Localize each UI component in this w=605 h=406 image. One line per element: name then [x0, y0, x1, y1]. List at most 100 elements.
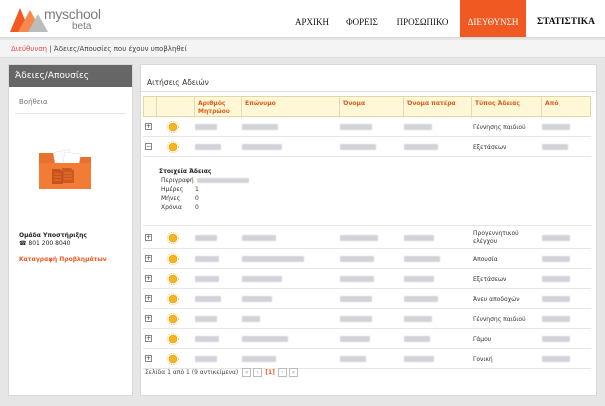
- details-label-days: Ημέρες: [161, 186, 184, 193]
- redacted-first-name: [340, 124, 372, 130]
- details-label-months: Μήνες: [161, 195, 181, 202]
- panel-title: Αιτήσεις Αδειών: [141, 74, 596, 92]
- header-first-name[interactable]: Όνομα: [339, 97, 403, 118]
- sidebar-help-link[interactable]: Βοήθεια: [9, 95, 132, 109]
- redacted-surname: [242, 296, 272, 302]
- grid-header-row: Αριθμός Μητρώου Επώνυμο Όνομα Όνομα πατέ…: [143, 96, 592, 118]
- prev-page-button[interactable]: ‹: [253, 368, 263, 377]
- table-row[interactable]: + Γέννησης παιδιού: [143, 118, 591, 137]
- details-value-months: 0: [195, 195, 199, 202]
- main-panel: Αιτήσεις Αδειών Αριθμός Μητρώου Επώνυμο …: [140, 64, 597, 396]
- redacted-registry: [195, 124, 217, 130]
- status-sun-icon: [167, 121, 179, 133]
- support-team-title: Ομάδα Υποστήριξης: [19, 232, 87, 239]
- status-sun-icon: [167, 293, 179, 305]
- redacted-father-name: [404, 144, 438, 150]
- breadcrumb-separator: |: [47, 45, 54, 53]
- expand-toggle[interactable]: +: [145, 255, 152, 262]
- redacted-father-name: [404, 316, 432, 322]
- leave-type-cell: Άνευ αποδοχών: [473, 296, 520, 303]
- redacted-surname: [242, 235, 276, 241]
- collapse-toggle[interactable]: −: [145, 143, 152, 150]
- expand-toggle[interactable]: +: [145, 295, 152, 302]
- expand-toggle[interactable]: +: [145, 335, 152, 342]
- expand-toggle[interactable]: +: [145, 315, 152, 322]
- current-page-link[interactable]: [1]: [265, 369, 275, 376]
- redacted-father-name: [404, 256, 440, 262]
- sidebar-title: Άδειες/Απουσίες: [9, 65, 132, 87]
- status-sun-icon: [167, 273, 179, 285]
- breadcrumb: Διεύθυνση | Άδειες/Απουσίες που έχουν υπ…: [0, 40, 605, 58]
- leave-type-cell: Εξετάσεων: [473, 144, 507, 151]
- redacted-registry: [195, 256, 219, 262]
- redacted-first-name: [340, 356, 366, 362]
- redacted-registry: [195, 144, 221, 150]
- status-sun-icon: [167, 313, 179, 325]
- breadcrumb-home-link[interactable]: Διεύθυνση: [11, 45, 47, 53]
- nav-home[interactable]: ΑΡΧΙΚΗ: [290, 0, 334, 38]
- header-surname[interactable]: Επώνυμο: [241, 97, 339, 118]
- table-row[interactable]: + Γέννησης παιδιού: [143, 310, 591, 329]
- support-phone: ☎ 801 200 8040: [19, 240, 70, 247]
- redacted-first-name: [340, 256, 374, 262]
- redacted-date: [542, 356, 570, 362]
- details-label-years: Χρόνια: [161, 204, 182, 211]
- table-row[interactable]: + Απουσία: [143, 250, 591, 269]
- nav-directorate[interactable]: ΔΙΕΥΘΥΝΣΗ: [460, 0, 526, 37]
- brand-name[interactable]: myschool: [44, 6, 101, 22]
- table-row[interactable]: + Εξετάσεων: [143, 270, 591, 289]
- report-problems-link[interactable]: Καταγραφή Προβλημάτων: [19, 256, 107, 263]
- leave-type-cell: Απουσία: [473, 256, 498, 263]
- top-header: myschool beta ΑΡΧΙΚΗ ΦΟΡΕΙΣ ΠΡΟΣΩΠΙΚΟ ΔΙ…: [0, 0, 605, 38]
- redacted-registry: [195, 336, 219, 342]
- header-father-name[interactable]: Όνομα πατέρα: [403, 97, 471, 118]
- leave-type-cell: Προγεννητικού ελέγχου: [473, 230, 519, 245]
- expand-toggle[interactable]: +: [145, 123, 152, 130]
- redacted-father-name: [404, 235, 434, 241]
- redacted-father-name: [404, 124, 432, 130]
- header-registry-number[interactable]: Αριθμός Μητρώου: [194, 97, 241, 118]
- sidebar: Άδειες/Απουσίες Βοήθεια Ομάδα Υποστήριξη…: [8, 64, 133, 396]
- leave-type-cell: Εξετάσεων: [473, 276, 507, 283]
- table-row[interactable]: + Γάμου: [143, 330, 591, 349]
- redacted-registry: [195, 356, 217, 362]
- next-page-button[interactable]: ›: [277, 368, 287, 377]
- redacted-date: [542, 276, 570, 282]
- page: { "header": { "brand": "myschool", "tag"…: [0, 0, 605, 406]
- first-page-button[interactable]: «: [242, 368, 252, 377]
- table-row[interactable]: + Προγεννητικού ελέγχου: [143, 227, 591, 249]
- redacted-date: [542, 235, 570, 241]
- leave-type-cell: Γέννησης παιδιού: [473, 316, 526, 323]
- expand-toggle[interactable]: +: [145, 275, 152, 282]
- details-value-years: 0: [195, 204, 199, 211]
- redacted-surname: [242, 144, 282, 150]
- redacted-first-name: [340, 316, 372, 322]
- table-row[interactable]: + Άνευ αποδοχών: [143, 290, 591, 309]
- nav-agencies[interactable]: ΦΟΡΕΙΣ: [342, 0, 382, 38]
- brand-tag: beta: [72, 21, 92, 32]
- sidebar-divider: [15, 113, 126, 114]
- status-sun-icon: [167, 141, 179, 153]
- pager-summary: Σελίδα 1 από 1 (9 αντικείμενα): [145, 369, 239, 376]
- pager: Σελίδα 1 από 1 (9 αντικείμενα) «‹ [1] ›»: [145, 366, 298, 380]
- redacted-date: [542, 296, 570, 302]
- expand-toggle[interactable]: +: [145, 355, 152, 362]
- redacted-father-name: [404, 296, 438, 302]
- nav-statistics[interactable]: ΣΤΑΤΙΣΤΙΚΑ: [534, 0, 598, 38]
- table-row[interactable]: − Εξετάσεων: [143, 138, 591, 157]
- leave-type-cell: Γονική: [473, 356, 493, 363]
- status-sun-icon: [167, 253, 179, 265]
- last-page-button[interactable]: »: [288, 368, 298, 377]
- redacted-description: [197, 178, 249, 183]
- redacted-father-name: [404, 276, 434, 282]
- redacted-surname: [242, 316, 260, 322]
- header-from-date[interactable]: Από: [541, 97, 592, 118]
- details-value-days: 1: [195, 186, 199, 193]
- expand-toggle[interactable]: +: [145, 234, 152, 241]
- redacted-surname: [242, 356, 276, 362]
- redacted-first-name: [340, 336, 370, 342]
- nav-personnel[interactable]: ΠΡΟΣΩΠΙΚΟ: [395, 0, 450, 38]
- header-leave-type[interactable]: Τύπος Άδειας: [471, 97, 541, 118]
- redacted-first-name: [340, 276, 374, 282]
- phone-icon: ☎: [19, 240, 27, 247]
